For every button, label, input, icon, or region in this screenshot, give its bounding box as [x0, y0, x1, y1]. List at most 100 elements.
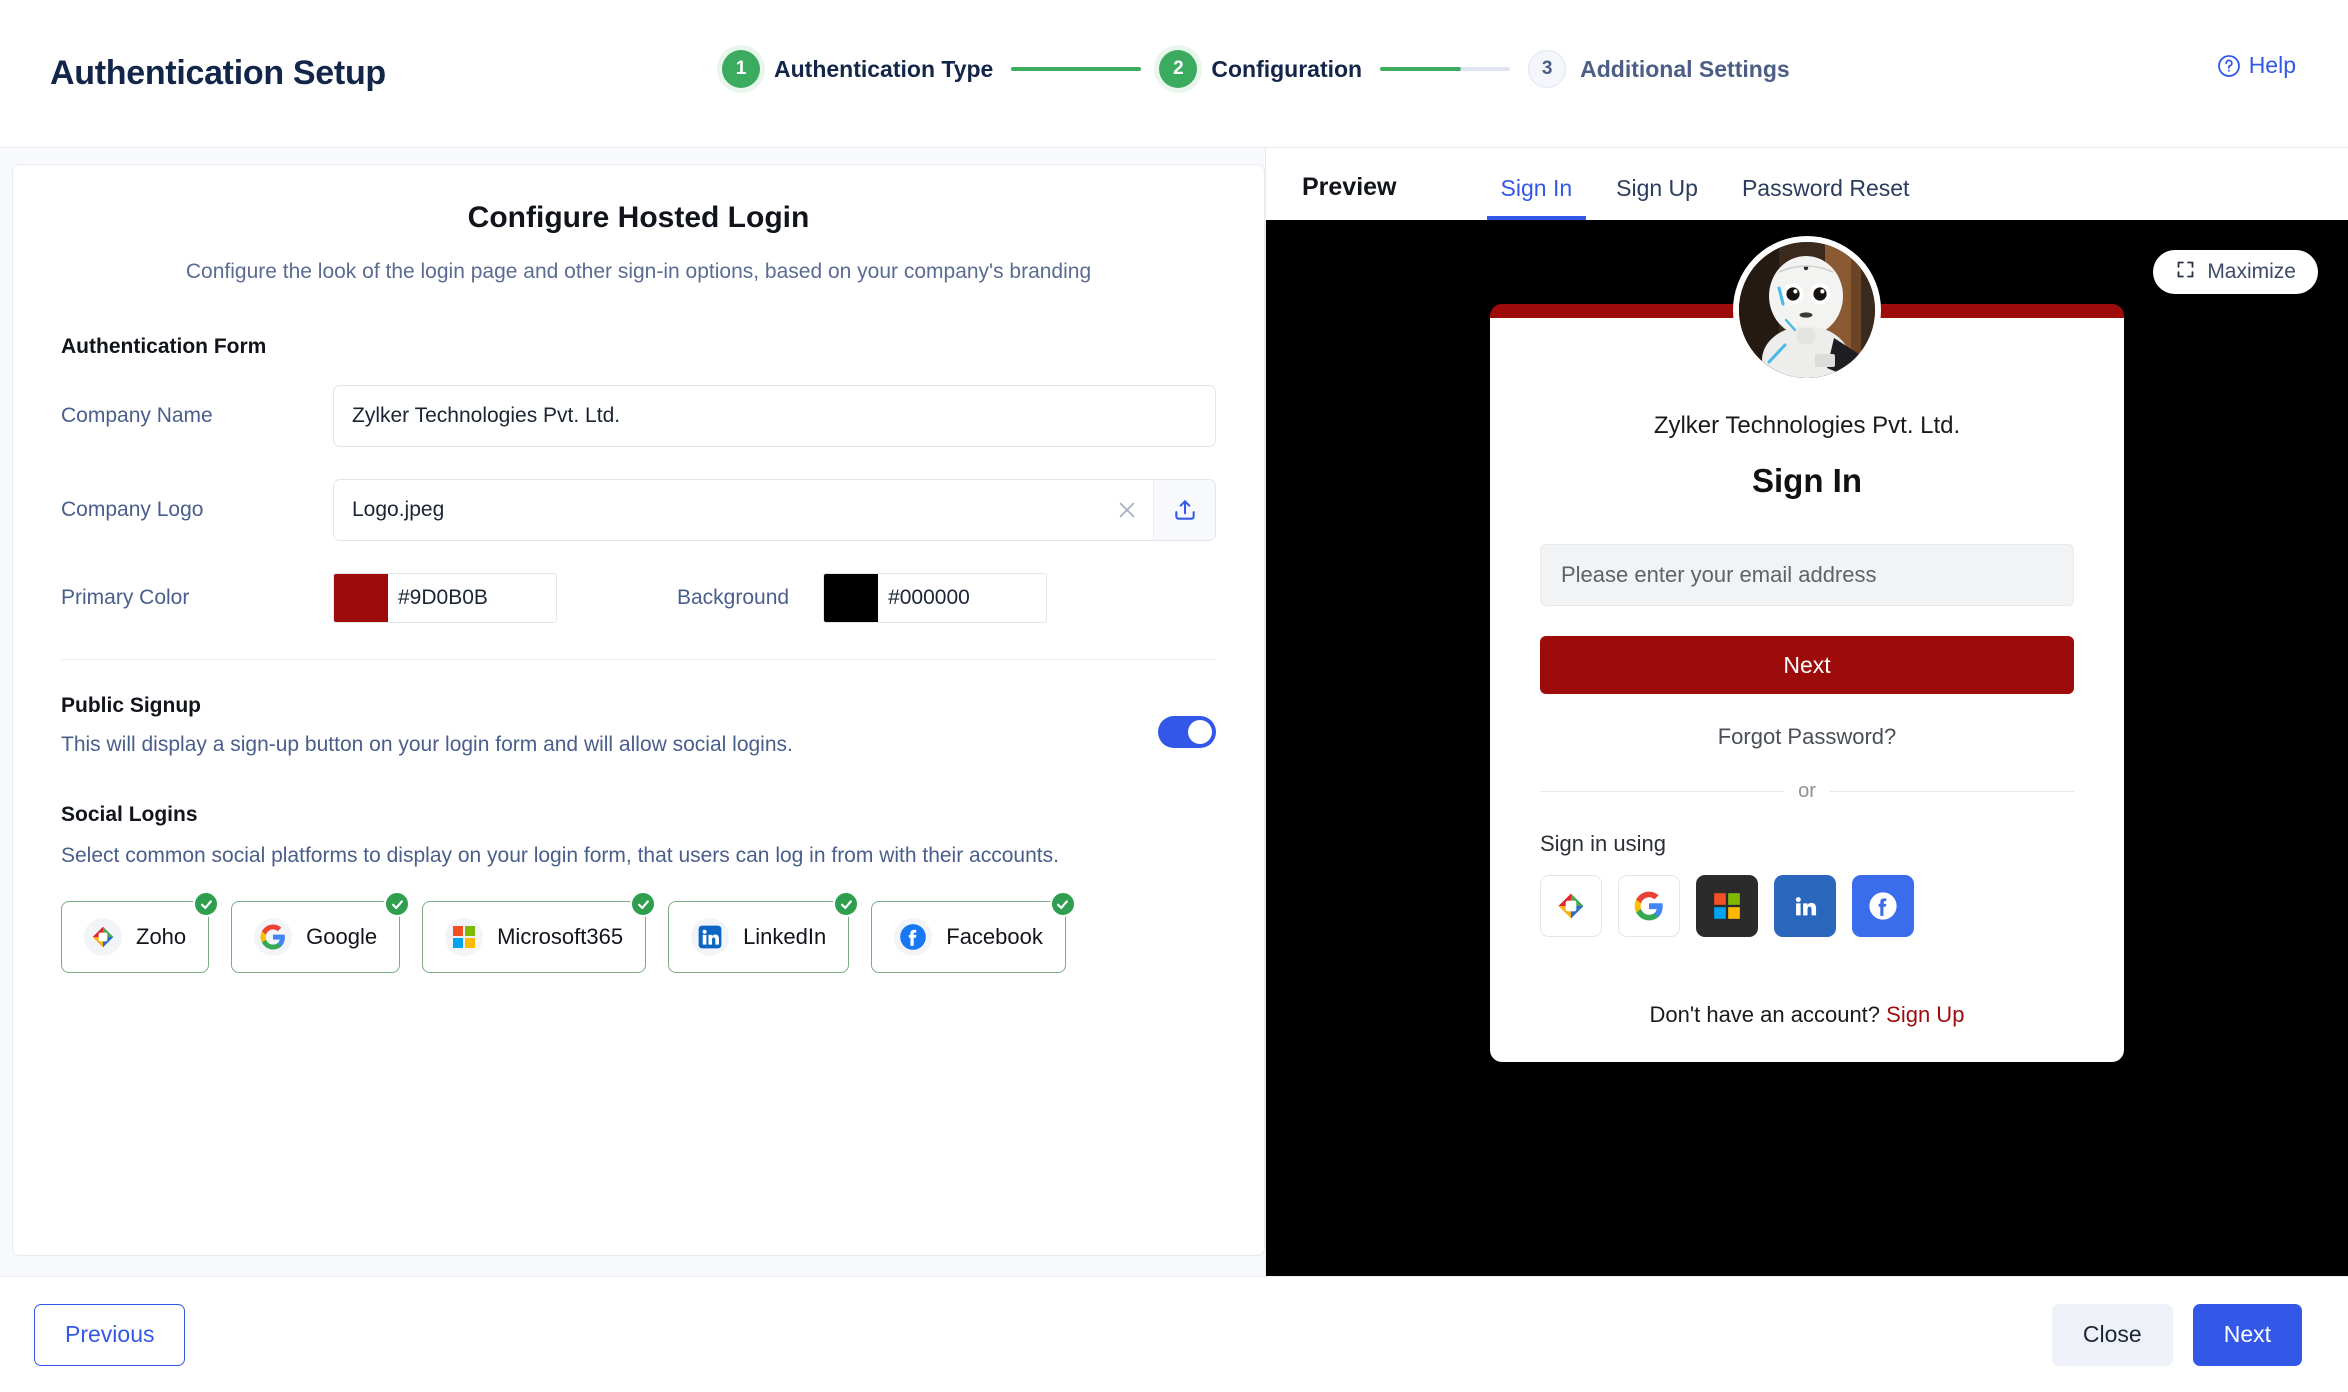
preview-social-google[interactable]: [1618, 875, 1680, 937]
social-chip-microsoft365[interactable]: Microsoft365: [422, 891, 657, 974]
wizard-footer: Previous Close Next: [0, 1276, 2348, 1392]
step-1-number: 1: [722, 50, 760, 88]
page-title: Authentication Setup: [50, 54, 386, 92]
configuration-panel: Configure Hosted Login Configure the loo…: [0, 148, 1265, 1276]
social-chip-label: Google: [306, 924, 378, 950]
help-link[interactable]: Help: [2217, 52, 2296, 79]
company-logo-label: Company Logo: [61, 497, 204, 521]
social-chip-facebook[interactable]: Facebook: [871, 891, 1076, 974]
preview-forgot-password-link[interactable]: Forgot Password?: [1540, 724, 2074, 750]
preview-stage: Maximize Zylker Technologies Pvt. Ltd. S…: [1266, 220, 2348, 1276]
or-label: or: [1798, 780, 1816, 802]
authentication-form-heading: Authentication Form: [61, 334, 267, 358]
primary-color-swatch[interactable]: [334, 573, 388, 622]
preview-social-facebook[interactable]: [1852, 875, 1914, 937]
question-circle-icon: [2217, 54, 2241, 78]
social-logins-description: Select common social platforms to displa…: [61, 844, 1059, 868]
preview-social-zoho[interactable]: [1540, 875, 1602, 937]
close-icon[interactable]: [1101, 480, 1153, 540]
background-color-field[interactable]: #000000: [823, 572, 1048, 623]
company-name-input[interactable]: [333, 384, 1216, 447]
public-signup-toggle[interactable]: [1158, 715, 1216, 748]
check-icon: [1049, 891, 1076, 918]
upload-icon[interactable]: [1153, 479, 1215, 540]
check-icon: [630, 891, 657, 918]
progress-stepper: 1 Authentication Type 2 Configuration 3 …: [722, 50, 1790, 88]
step-2-number: 2: [1159, 50, 1198, 88]
social-chip-google[interactable]: Google: [231, 891, 411, 974]
configuration-card-title: Configure Hosted Login: [467, 201, 810, 234]
microsoft-icon: [445, 918, 484, 957]
social-chip-label: Microsoft365: [497, 924, 624, 950]
background-color-value: #000000: [878, 573, 1047, 622]
social-logins-section: Social Logins Select common social platf…: [61, 803, 1216, 974]
public-signup-row: Public Signup This will display a sign-u…: [61, 694, 1216, 759]
toggle-knob: [1188, 719, 1212, 744]
preview-signup-prompt: Don't have an account? Sign Up: [1540, 1002, 2074, 1028]
public-signup-title: Public Signup: [61, 693, 201, 717]
social-chip-zoho[interactable]: Zoho: [61, 891, 220, 974]
tab-password-reset[interactable]: Password Reset: [1728, 175, 1923, 220]
preview-signup-link[interactable]: Sign Up: [1886, 1002, 1964, 1027]
tab-sign-in[interactable]: Sign In: [1486, 175, 1587, 220]
background-color-label: Background: [677, 585, 790, 609]
step-authentication-type[interactable]: 1 Authentication Type: [722, 50, 993, 88]
step-connector-2: [1380, 67, 1511, 71]
primary-color-label: Primary Color: [61, 585, 190, 609]
step-additional-settings[interactable]: 3 Additional Settings: [1528, 50, 1790, 88]
preview-signin-using-label: Sign in using: [1540, 831, 1666, 856]
social-chip-label: LinkedIn: [743, 924, 827, 950]
footer-actions: Close Next: [2051, 1303, 2302, 1366]
primary-color-value: #9D0B0B: [388, 573, 556, 622]
colors-row: Primary Color #9D0B0B Background #000000: [61, 572, 1216, 623]
preview-label: Preview: [1302, 173, 1397, 201]
step-1-label: Authentication Type: [774, 55, 994, 82]
company-logo-row: Company Logo Logo.jpeg: [61, 478, 1216, 541]
preview-signup-text: Don't have an account?: [1649, 1002, 1881, 1027]
social-logins-title: Social Logins: [61, 803, 198, 827]
background-color-swatch[interactable]: [824, 573, 879, 622]
company-name-row: Company Name: [61, 384, 1216, 447]
social-logins-chip-list: Zoho Google Microsoft365 LinkedIn Facebo…: [61, 891, 1216, 974]
public-signup-description: This will display a sign-up button on yo…: [61, 732, 793, 756]
configuration-card: Configure Hosted Login Configure the loo…: [12, 164, 1265, 1256]
social-chip-label: Facebook: [946, 924, 1043, 950]
google-icon: [254, 918, 293, 957]
robot-avatar: [1733, 236, 1881, 384]
company-name-label: Company Name: [61, 403, 213, 427]
company-logo-filename: Logo.jpeg: [352, 497, 445, 521]
app-header: Authentication Setup 1 Authentication Ty…: [0, 0, 2348, 148]
primary-color-field[interactable]: #9D0B0B: [333, 572, 557, 623]
maximize-button[interactable]: Maximize: [2153, 250, 2318, 294]
social-chip-linkedin[interactable]: LinkedIn: [668, 891, 860, 974]
configuration-card-subtitle: Configure the look of the login page and…: [185, 260, 1092, 283]
tab-sign-up[interactable]: Sign Up: [1602, 175, 1712, 220]
next-button[interactable]: Next: [2192, 1303, 2302, 1366]
preview-next-button[interactable]: Next: [1540, 636, 2074, 694]
preview-heading: Sign In: [1752, 462, 1862, 499]
main-content: Configure Hosted Login Configure the loo…: [0, 148, 2348, 1276]
step-connector-1: [1011, 67, 1142, 71]
zoho-icon: [84, 918, 122, 957]
maximize-label: Maximize: [2207, 260, 2296, 283]
preview-tabs: Sign In Sign Up Password Reset: [1486, 175, 1924, 220]
preview-toolbar: Preview Sign In Sign Up Password Reset: [1266, 148, 2348, 220]
preview-social-linkedin[interactable]: [1774, 875, 1836, 937]
help-label: Help: [2248, 52, 2296, 78]
previous-button[interactable]: Previous: [34, 1303, 186, 1366]
close-button[interactable]: Close: [2051, 1303, 2173, 1366]
section-divider: [61, 658, 1216, 660]
preview-email-input[interactable]: Please enter your email address: [1540, 544, 2074, 606]
step-configuration[interactable]: 2 Configuration: [1159, 50, 1362, 88]
login-preview-card: Zylker Technologies Pvt. Ltd. Sign In Pl…: [1490, 236, 2124, 1062]
facebook-icon: [894, 918, 933, 957]
preview-panel: Preview Sign In Sign Up Password Reset M…: [1265, 148, 2348, 1276]
company-logo-field[interactable]: Logo.jpeg: [333, 478, 1216, 541]
check-icon: [833, 891, 860, 918]
social-chip-label: Zoho: [136, 924, 187, 950]
check-icon: [193, 891, 220, 918]
preview-social-microsoft[interactable]: [1696, 875, 1758, 937]
maximize-icon: [2175, 259, 2196, 286]
step-3-label: Additional Settings: [1580, 55, 1790, 82]
linkedin-icon: [691, 918, 730, 957]
